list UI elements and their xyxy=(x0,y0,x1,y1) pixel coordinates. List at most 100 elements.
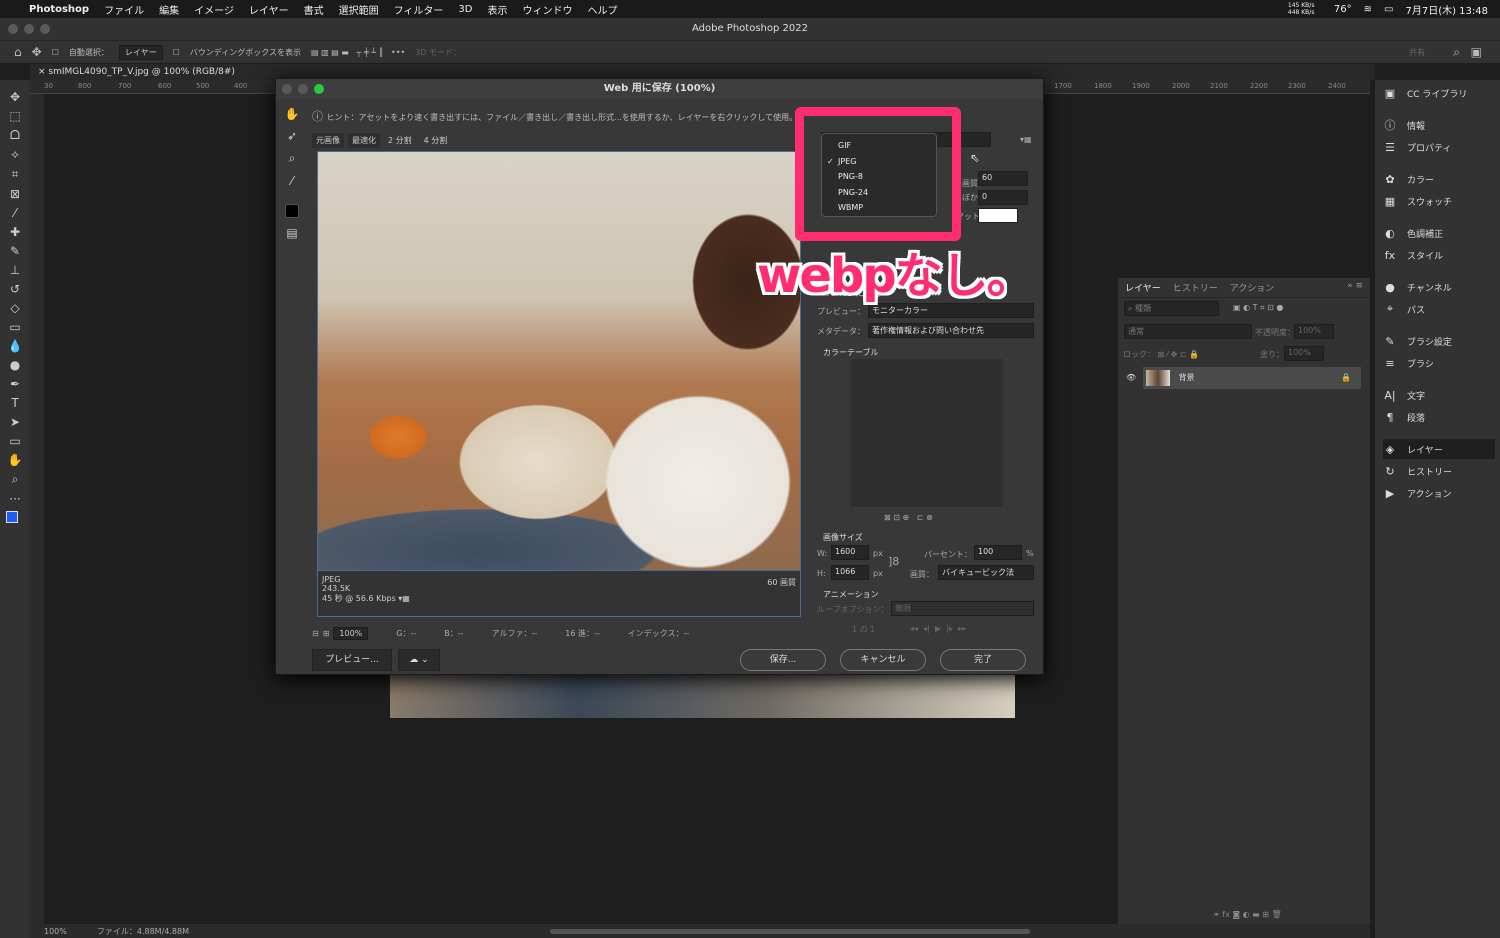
percent-field[interactable]: 100 xyxy=(974,545,1022,560)
workspace-icon[interactable]: ▣ xyxy=(1471,45,1482,59)
menu-help[interactable]: ヘルプ xyxy=(587,2,617,17)
done-button[interactable]: 完了 xyxy=(940,649,1026,671)
eyedropper-icon[interactable]: ⁄ xyxy=(14,206,16,220)
cancel-button[interactable]: キャンセル xyxy=(840,649,926,671)
panel-adjustments[interactable]: ◐ 色調補正 xyxy=(1383,223,1495,243)
layer-row[interactable]: 背景 🔒 xyxy=(1143,367,1361,389)
eyedropper-color[interactable] xyxy=(285,204,299,218)
menu-select[interactable]: 選択範囲 xyxy=(339,2,379,17)
fill-field[interactable]: 100% xyxy=(1284,346,1324,361)
menu-app[interactable]: Photoshop xyxy=(29,4,89,15)
menu-filter[interactable]: フィルター xyxy=(394,2,444,17)
marquee-tool-icon[interactable]: ⬚ xyxy=(9,109,20,123)
eraser-icon[interactable]: ◇ xyxy=(10,301,19,315)
home-icon[interactable]: ⌂ xyxy=(14,45,22,59)
height-field[interactable]: 1066 xyxy=(831,565,869,580)
tab-optimized[interactable]: 最適化 xyxy=(348,133,380,148)
lock-controls[interactable]: ロック： ⊠ ⁄ ✥ ⊏ 🔒 xyxy=(1123,349,1199,360)
history-brush-icon[interactable]: ↺ xyxy=(10,282,20,296)
menu-file[interactable]: ファイル xyxy=(104,2,144,17)
panel-character[interactable]: A| 文字 xyxy=(1383,385,1495,405)
panel-info[interactable]: ⓘ 情報 xyxy=(1383,115,1495,135)
zoom-tool-icon[interactable]: ⌕ xyxy=(289,151,296,166)
menu-3d[interactable]: 3D xyxy=(458,4,472,15)
optimized-preview-image[interactable] xyxy=(317,151,801,571)
clock[interactable]: 7月7日(木) 13:48 xyxy=(1405,2,1488,17)
panel-cc-libraries[interactable]: ▣ CC ライブラリ xyxy=(1383,83,1495,103)
file-size[interactable]: ファイル：4.88M/4.88M xyxy=(97,926,189,937)
panel-swatches[interactable]: ▦ スウォッチ xyxy=(1383,191,1495,211)
matte-color[interactable] xyxy=(978,208,1018,223)
type-tool-icon[interactable]: T xyxy=(11,396,18,410)
close-icon[interactable]: × xyxy=(38,67,48,77)
blend-mode-dropdown[interactable]: 通常 xyxy=(1124,324,1252,339)
zoom-in-icon[interactable]: ⊞ xyxy=(323,629,330,638)
tab-original[interactable]: 元画像 xyxy=(312,133,344,148)
auto-select-dropdown[interactable]: レイヤー xyxy=(118,44,163,60)
auto-select-checkbox[interactable]: ☐ xyxy=(52,48,59,57)
color-table-icons[interactable]: ⊠ ⊡ ⊕ ⊏ ⊗ xyxy=(884,513,933,522)
frame-tool-icon[interactable]: ⊠ xyxy=(10,187,20,201)
horizontal-scrollbar[interactable] xyxy=(550,929,1030,934)
visibility-eye-icon[interactable]: 👁 xyxy=(1126,373,1136,382)
settings-menu-icon[interactable]: ▾▦ xyxy=(1020,135,1032,144)
width-field[interactable]: 1600 xyxy=(831,545,869,560)
slice-visibility-icon[interactable]: ▤ xyxy=(286,226,297,240)
preview-button[interactable]: プレビュー... xyxy=(312,649,392,671)
link-icon[interactable]: ]8 xyxy=(888,555,899,568)
lasso-tool-icon[interactable]: ᗝ xyxy=(10,128,20,143)
menu-window[interactable]: ウィンドウ xyxy=(522,2,572,17)
battery-icon[interactable]: ▭ xyxy=(1384,4,1393,15)
panel-paragraph[interactable]: ¶ 段落 xyxy=(1383,407,1495,427)
magic-wand-icon[interactable]: ✧ xyxy=(10,148,20,162)
panel-brushes[interactable]: ≡ ブラシ xyxy=(1383,353,1495,373)
bounding-box-checkbox[interactable]: ☐ xyxy=(173,48,180,57)
pen-tool-icon[interactable]: ✒ xyxy=(10,377,20,391)
download-menu-icon[interactable]: ▾▦ xyxy=(398,594,410,603)
dodge-icon[interactable]: ● xyxy=(10,358,20,372)
share-button[interactable]: 共有 xyxy=(1409,47,1425,58)
layer-filter-dropdown[interactable]: ⌕ 種類 xyxy=(1124,301,1219,316)
zoom-level[interactable]: 100% xyxy=(44,927,67,936)
layer-bottom-icons[interactable]: ⚭ fx ◙ ◐ ▬ ⊞ 🗑 xyxy=(1213,910,1282,919)
filter-icons[interactable]: ▣ ◐ T ⌗ ⊡ ● xyxy=(1233,303,1283,313)
browser-preview-button[interactable]: ☁ ⌄ xyxy=(398,649,440,671)
move-tool-icon[interactable]: ✥ xyxy=(32,45,42,59)
tab-4up[interactable]: 4 分割 xyxy=(420,133,452,148)
menu-type[interactable]: 書式 xyxy=(304,2,324,17)
crop-tool-icon[interactable]: ⌗ xyxy=(12,167,19,182)
menu-image[interactable]: イメージ xyxy=(194,2,234,17)
dialog-window-controls[interactable] xyxy=(282,84,324,94)
align-icons[interactable]: ▤ ▥ ▤ ▬ ┬ ╪ ┴ ║ ••• xyxy=(311,48,405,57)
hand-tool-icon[interactable]: ✋ xyxy=(285,107,300,121)
stamp-tool-icon[interactable]: ⊥ xyxy=(10,263,20,277)
quality-field[interactable]: 60 xyxy=(978,171,1028,186)
gradient-icon[interactable]: ▭ xyxy=(9,320,20,334)
panel-styles[interactable]: fx スタイル xyxy=(1383,245,1495,265)
tab-actions[interactable]: アクション xyxy=(1230,281,1275,294)
hand-tool-icon[interactable]: ✋ xyxy=(8,453,23,467)
blur-field[interactable]: 0 xyxy=(978,190,1028,205)
tab-layers[interactable]: レイヤー xyxy=(1125,281,1161,294)
zoom-dropdown[interactable]: 100% xyxy=(333,627,369,640)
slice-select-icon[interactable]: ➶ xyxy=(287,129,297,143)
panel-layers[interactable]: ◈ レイヤー xyxy=(1383,439,1495,459)
panel-paths[interactable]: ⌖ パス xyxy=(1383,299,1495,319)
panel-actions[interactable]: ▶ アクション xyxy=(1383,483,1495,503)
panel-color[interactable]: ✿ カラー xyxy=(1383,169,1495,189)
path-select-icon[interactable]: ➤ xyxy=(10,415,20,429)
search-icon[interactable]: ⌕ xyxy=(1453,45,1460,60)
resample-dropdown[interactable]: バイキュービック法 xyxy=(938,565,1034,580)
tab-2up[interactable]: 2 分割 xyxy=(384,133,416,148)
panel-channels[interactable]: ● チャンネル xyxy=(1383,277,1495,297)
menu-edit[interactable]: 編集 xyxy=(159,2,179,17)
panel-menu-icon[interactable]: » ≡ xyxy=(1347,281,1363,294)
metadata-dropdown[interactable]: 著作権情報および問い合わせ先 xyxy=(868,323,1034,338)
window-controls[interactable] xyxy=(8,24,50,34)
zoom-tool-icon[interactable]: ⌕ xyxy=(12,472,19,487)
wifi-icon[interactable]: ≋ xyxy=(1364,4,1372,15)
panel-properties[interactable]: ☰ プロパティ xyxy=(1383,137,1495,157)
shape-tool-icon[interactable]: ▭ xyxy=(9,434,20,448)
menu-layer[interactable]: レイヤー xyxy=(249,2,289,17)
blur-icon[interactable]: 💧 xyxy=(8,339,23,353)
